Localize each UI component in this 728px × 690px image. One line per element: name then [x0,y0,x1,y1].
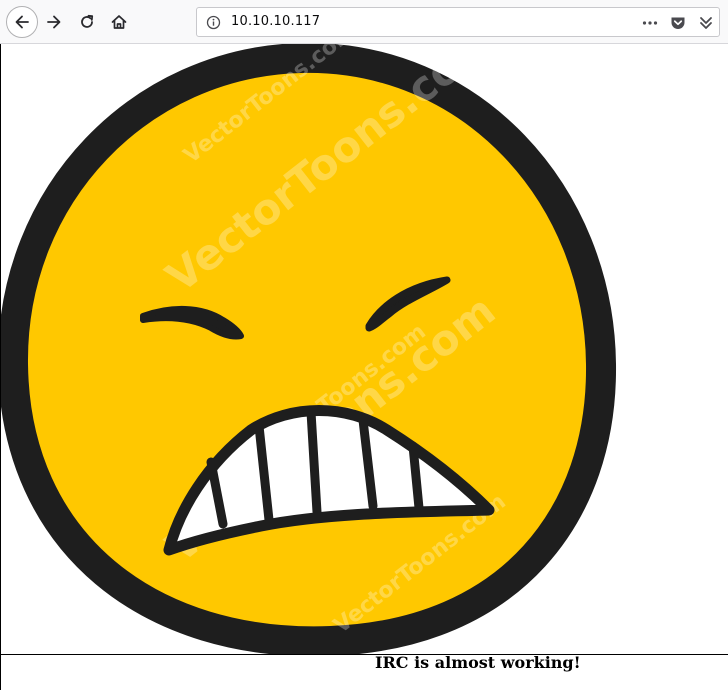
image-bottom-border [1,654,728,655]
url-text[interactable]: 10.10.10.117 [231,14,320,29]
browser-toolbar: 10.10.10.117 [0,0,728,44]
info-icon [206,15,221,30]
forward-arrow-icon [47,15,61,29]
back-arrow-icon [15,15,29,29]
page-actions-button[interactable] [641,14,659,32]
address-bar[interactable]: 10.10.10.117 [196,7,720,37]
home-icon [111,15,127,29]
reload-icon [81,14,94,28]
page-content: VectorToons.com VectorToons.com VectorTo… [0,44,728,690]
library-button[interactable] [697,14,715,32]
home-button[interactable] [103,6,135,38]
pocket-icon [671,17,685,30]
more-dots-icon [642,21,658,25]
pocket-button[interactable] [669,14,687,32]
reload-button[interactable] [71,6,103,38]
tooth-line [408,441,424,513]
angry-emoji-image: VectorToons.com VectorToons.com VectorTo… [1,44,617,654]
tooth-line [306,407,322,517]
forward-button[interactable] [38,6,70,38]
back-button[interactable] [6,6,38,38]
page-caption: IRC is almost working! [375,653,581,672]
site-info-button[interactable] [206,15,221,34]
library-icon [700,17,712,29]
